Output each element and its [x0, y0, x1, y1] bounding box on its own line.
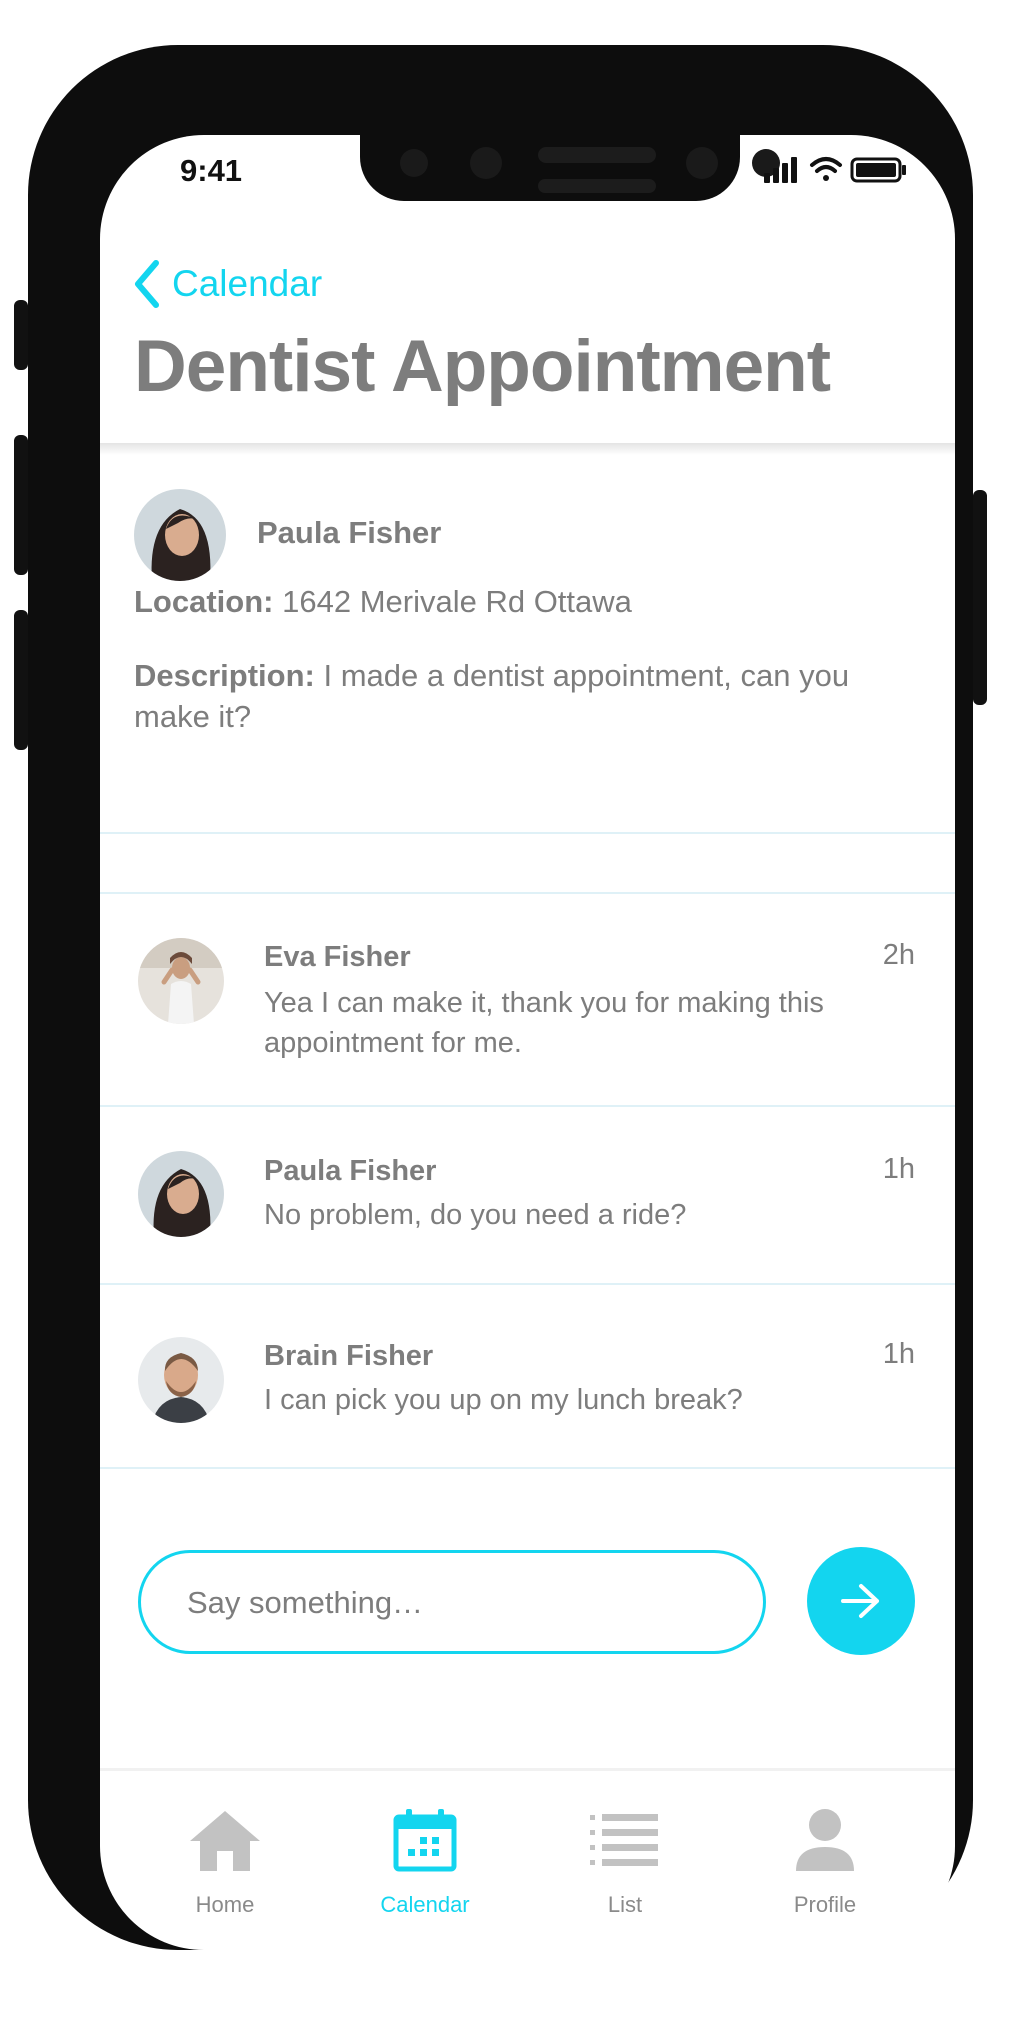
volume-down-button — [14, 610, 28, 750]
tab-list[interactable]: List — [545, 1800, 705, 1918]
message-input[interactable] — [185, 1553, 729, 1653]
avatar[interactable] — [138, 938, 224, 1024]
calendar-icon — [393, 1809, 457, 1872]
avatar[interactable] — [138, 1337, 224, 1423]
arrow-right-icon — [841, 1584, 879, 1618]
battery-icon — [850, 157, 906, 183]
power-button — [973, 490, 987, 705]
header-divider — [100, 443, 955, 455]
comment-time: 2h — [882, 939, 915, 971]
comment-author: Paula Fisher — [264, 1155, 437, 1187]
profile-icon — [796, 1809, 854, 1871]
divider — [100, 1105, 955, 1107]
screen: 9:41 Calendar Dentist Appointment Paula … — [100, 135, 955, 1950]
comment-author: Eva Fisher — [264, 941, 411, 973]
wifi-icon — [810, 157, 842, 181]
comment-author: Brain Fisher — [264, 1340, 434, 1372]
tab-bar-divider — [100, 1768, 955, 1771]
location-label: Location: — [134, 584, 274, 619]
tab-label: List — [607, 1892, 643, 1917]
event-description: Description: I made a dentist appointmen… — [134, 655, 894, 737]
status-time: 9:41 — [180, 153, 243, 188]
list-icon — [590, 1814, 658, 1866]
comment-time: 1h — [882, 1338, 915, 1370]
notch — [360, 135, 780, 201]
phone-frame: 9:41 Calendar Dentist Appointment Paula … — [14, 45, 987, 1950]
comment-text: I can pick you up on my lunch break? — [264, 1384, 743, 1416]
event-location: Location: 1642 Merivale Rd Ottawa — [134, 581, 894, 622]
tab-label: Profile — [793, 1892, 857, 1917]
status-icons — [760, 153, 920, 185]
comment-time: 1h — [882, 1153, 915, 1185]
divider — [100, 1467, 955, 1469]
page-title: Dentist Appointment — [134, 326, 831, 407]
divider — [100, 892, 955, 894]
tab-label: Calendar — [380, 1892, 470, 1917]
description-label: Description: — [134, 658, 315, 693]
chevron-left-icon — [135, 260, 159, 308]
home-icon — [190, 1811, 260, 1871]
divider — [100, 1283, 955, 1285]
tab-profile[interactable]: Profile — [745, 1800, 905, 1918]
comment-text: No problem, do you need a ride? — [264, 1199, 687, 1231]
location-value: 1642 Merivale Rd Ottawa — [282, 584, 632, 619]
signal-icon — [764, 157, 797, 183]
message-field[interactable] — [138, 1550, 766, 1654]
tab-label: Home — [195, 1892, 255, 1917]
divider — [100, 832, 955, 834]
mute-switch — [14, 300, 28, 370]
avatar[interactable] — [134, 489, 226, 581]
back-button[interactable]: Calendar — [132, 259, 322, 309]
avatar[interactable] — [138, 1151, 224, 1237]
event-owner-name: Paula Fisher — [257, 515, 442, 550]
volume-up-button — [14, 435, 28, 575]
send-button[interactable] — [807, 1547, 915, 1655]
comment-text: Yea I can make it, thank you for making … — [264, 987, 824, 1059]
tab-home[interactable]: Home — [145, 1800, 305, 1918]
back-label: Calendar — [172, 263, 323, 304]
tab-calendar[interactable]: Calendar — [345, 1800, 505, 1918]
